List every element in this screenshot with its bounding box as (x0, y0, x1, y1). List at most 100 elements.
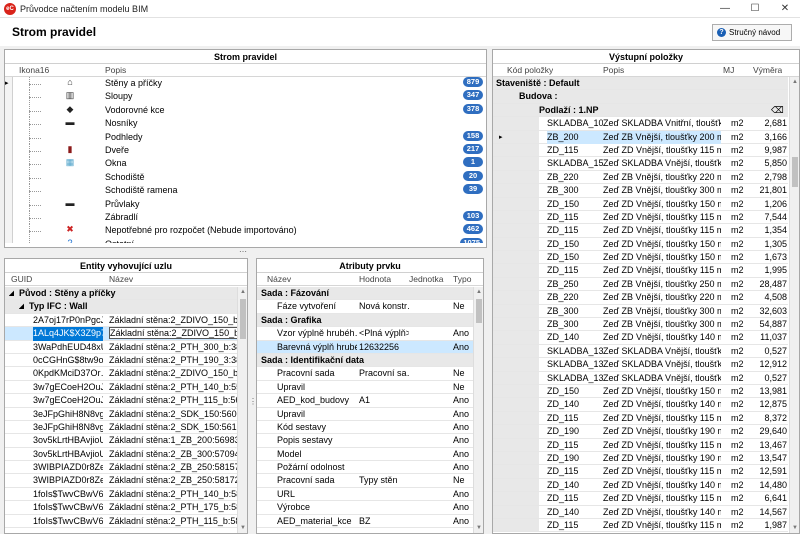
attribute-row[interactable]: Fáze vytvoření Nová konstr… Ne (257, 300, 473, 314)
row-selector[interactable] (5, 130, 13, 144)
col-desc-header[interactable]: Popis (603, 65, 624, 76)
help-button[interactable]: ? Stručný návod (712, 24, 792, 41)
rules-tree-item[interactable]: ▦ Okna 1 (5, 157, 486, 171)
attribute-row[interactable]: Sada : Fázování (257, 287, 473, 301)
col-name-header[interactable]: Název (109, 274, 133, 285)
entity-row[interactable]: 1foIs$TwvCBwV6A… Základní stěna:2_PTH_140… (5, 488, 237, 502)
attribute-row[interactable]: AED_material_kce BZ Ano (257, 515, 473, 529)
attribute-row[interactable]: Pracovní sada Typy stěn Ne (257, 474, 473, 488)
entity-row[interactable]: 1ALq4JK$X3Z9p7… Základní stěna:2_ZDIVO_15… (5, 327, 237, 341)
output-row[interactable]: ▸ ZB_200 Zeď ZB Vnější, tloušťky 200 mm m2 3… (493, 130, 788, 144)
row-selector[interactable] (5, 184, 13, 198)
minimize-button[interactable]: — (710, 0, 740, 18)
output-row[interactable]: SKLADBA_130Zeď SKLADBA Vnější, tloušťky … (493, 358, 788, 372)
entity-row[interactable]: 3WIBPIAZD0r8ZeF… Základní stěna:2_ZB_250:… (5, 474, 237, 488)
vertical-splitter-grip[interactable]: ⋮ (249, 398, 257, 414)
output-row[interactable]: ZB_250 Zeď ZB Vnější, tloušťky 250 mm m2 28… (493, 277, 788, 292)
row-selector[interactable]: ▸ (5, 77, 13, 91)
rules-tree-item[interactable]: ▬ Nosníky (5, 117, 486, 131)
attribute-row[interactable]: AED_kod_budovy A1 Ano (257, 394, 473, 408)
attribute-row[interactable]: Pracovní sada Pracovní sa… Ne (257, 367, 473, 381)
eraser-icon[interactable]: ⌫ (771, 104, 784, 117)
attribute-row[interactable]: Model Ano (257, 448, 473, 462)
col-guid-header[interactable]: GUID (11, 274, 32, 285)
output-row[interactable]: SKLADBA_130Zeď SKLADBA Vnější, tloušťky … (493, 344, 788, 359)
maximize-button[interactable]: ☐ (740, 0, 770, 18)
horizontal-splitter-grip[interactable]: ⋯ (237, 248, 249, 256)
output-row[interactable]: ZD_115 Zeď ZD Vnější, tloušťky 115 mm m2 1,… (493, 264, 788, 278)
output-row[interactable]: ZD_150 Zeď ZD Vnější, tloušťky 150 mm m2 1,… (493, 251, 788, 265)
entity-row[interactable]: 2A7oj17rP0nPgcJ… Základní stěna:2_ZDIVO_1… (5, 314, 237, 328)
entity-row[interactable]: 3ov5kLrtHBAvjioU… Základní stěna:1_ZB_200… (5, 434, 237, 448)
output-row[interactable]: SKLADBA_130Zeď SKLADBA Vnější, tloušťky … (493, 371, 788, 385)
output-row[interactable]: ZD_150 Zeď ZD Vnější, tloušťky 150 mm m2 1,… (493, 197, 788, 211)
row-selector[interactable] (5, 224, 13, 238)
output-row[interactable]: ZB_220 Zeď ZB Vnější, tloušťky 220 mm m2 2,… (493, 170, 788, 185)
output-row[interactable]: ZD_115 Zeď ZD Vnější, tloušťky 115 mm m2 8,… (493, 411, 788, 426)
output-row[interactable]: ZD_190 Zeď ZD Vnější, tloušťky 190 mm m2 29… (493, 425, 788, 439)
attribute-row[interactable]: Upravil Ano (257, 408, 473, 421)
output-row[interactable]: ZB_300 Zeď ZB Vnější, tloušťky 300 mm m2 21… (493, 184, 788, 198)
rules-tree-item[interactable]: Podhledy 158 (5, 130, 486, 144)
attribute-row[interactable]: Upravil Ne (257, 381, 473, 395)
rules-tree-item[interactable]: Schodiště 20 (5, 170, 486, 185)
output-row[interactable]: ZD_115 Zeď ZD Vnější, tloušťky 115 mm m2 6,… (493, 492, 788, 506)
output-row[interactable]: ZD_190 Zeď ZD Vnější, tloušťky 190 mm m2 13… (493, 451, 788, 466)
row-selector[interactable] (5, 103, 13, 118)
output-row[interactable]: ZD_115 Zeď ZD Vnější, tloušťky 115 mm m2 1,… (493, 518, 788, 533)
col-type-header[interactable]: Typo (453, 274, 475, 285)
output-row[interactable]: ZD_115 Zeď ZD Vnější, tloušťky 115 mm m2 1,… (493, 224, 788, 238)
collapse-icon[interactable]: ◢ (19, 300, 24, 313)
col-value-header[interactable]: Hodnota (359, 274, 391, 285)
rules-tree-item[interactable]: Zábradlí 103 (5, 210, 486, 225)
entities-group-row[interactable]: ◢ Původ : Stěny a příčky (5, 287, 237, 301)
attribute-row[interactable]: Sada : Identifikační data (257, 353, 473, 368)
output-row[interactable]: ZD_115 Zeď ZD Vnější, tloušťky 115 mm m2 9,… (493, 143, 788, 158)
entity-row[interactable]: 3WIBPIAZD0r8ZeF… Základní stěna:2_ZB_250:… (5, 461, 237, 475)
attribute-row[interactable]: Barevná výplň hrubé…12632256 Ano (257, 340, 473, 354)
row-selector[interactable] (5, 143, 13, 158)
col-qty-header[interactable]: Výměra (753, 65, 782, 76)
entity-row[interactable]: 3WaPdhEUD48xU… Základní stěna:2_PTH_300_b… (5, 341, 237, 354)
output-row[interactable]: ZD_140 Zeď ZD Vnější, tloušťky 140 mm m2 14… (493, 478, 788, 493)
entity-row[interactable]: 3ov5kLrtHBAvjioU… Základní stěna:2_ZB_300… (5, 448, 237, 462)
col-attr-name-header[interactable]: Název (267, 274, 291, 285)
attribute-row[interactable]: Výrobce Ano (257, 501, 473, 515)
attribute-row[interactable]: Popis sestavy Ano (257, 434, 473, 448)
output-scrollbar[interactable]: ▲ ▼ (789, 77, 799, 533)
row-selector[interactable] (5, 237, 13, 243)
rules-tree-item[interactable]: ▸ ⌂ Stěny a příčky 879 (5, 77, 486, 91)
row-selector[interactable] (5, 197, 13, 211)
row-selector[interactable] (5, 157, 13, 171)
col-desc-header[interactable]: Popis (105, 65, 126, 76)
row-selector[interactable] (5, 117, 13, 131)
output-group-row[interactable]: Staveniště : Default (493, 77, 788, 91)
output-row[interactable]: ZD_115 Zeď ZD Vnější, tloušťky 115 mm m2 13… (493, 438, 788, 452)
entity-row[interactable]: 0KpdKMciD37Or… Základní stěna:2_ZDIVO_150… (5, 367, 237, 381)
output-row[interactable]: ZD_140 Zeď ZD Vnější, tloušťky 140 mm m2 11… (493, 331, 788, 345)
output-row[interactable]: ZD_140 Zeď ZD Vnější, tloušťky 140 mm m2 12… (493, 398, 788, 412)
entity-row[interactable]: 1foIs$TwvCBwV6A… Základní stěna:2_PTH_115… (5, 515, 237, 529)
entity-row[interactable]: 3w7gECoeH2OuJ… Základní stěna:2_PTH_115_b… (5, 394, 237, 408)
entity-row[interactable]: 3eJFpGhiH8N8vgJ… Základní stěna:2_SDK_150… (5, 408, 237, 421)
col-code-header[interactable]: Kód položky (507, 65, 553, 76)
entity-row[interactable]: 3eJFpGhiH8N8vgJ… Základní stěna:2_SDK_150… (5, 421, 237, 435)
collapse-icon[interactable]: ◢ (9, 287, 14, 300)
entities-subgroup-row[interactable]: ◢ Typ IFC : Wall (5, 300, 237, 314)
output-row[interactable]: SKLADBA_100Zeď SKLADBA Vnitřní, tloušťky… (493, 117, 788, 131)
output-row[interactable]: ZD_140 Zeď ZD Vnější, tloušťky 140 mm m2 14… (493, 505, 788, 519)
output-row[interactable]: ZD_115 Zeď ZD Vnější, tloušťky 115 mm m2 7,… (493, 210, 788, 225)
entity-row[interactable]: 1foIs$TwvCBwV6A… Základní stěna:2_PTH_175… (5, 501, 237, 515)
rules-tree-item[interactable]: ▬ Průvlaky (5, 197, 486, 211)
row-selector[interactable] (5, 210, 13, 225)
col-icon-header[interactable]: Ikona16 (19, 65, 49, 76)
close-button[interactable]: ✕ (770, 0, 800, 18)
row-selector[interactable] (5, 90, 13, 104)
rules-tree-item[interactable]: ▥ Sloupy 347 (5, 90, 486, 104)
attribute-row[interactable]: Sada : Grafika (257, 313, 473, 328)
output-group-row[interactable]: Podlaží : 1.NP ⌫ (493, 103, 788, 118)
entity-row[interactable]: 0cCGHnG$8tw9o… Základní stěna:2_PTH_190_3… (5, 354, 237, 368)
rules-tree-item[interactable]: ? Ostatní 1075 (5, 237, 486, 243)
attribute-row[interactable]: Požární odolnost Ano (257, 461, 473, 475)
attribute-row[interactable]: URL Ano (257, 488, 473, 502)
